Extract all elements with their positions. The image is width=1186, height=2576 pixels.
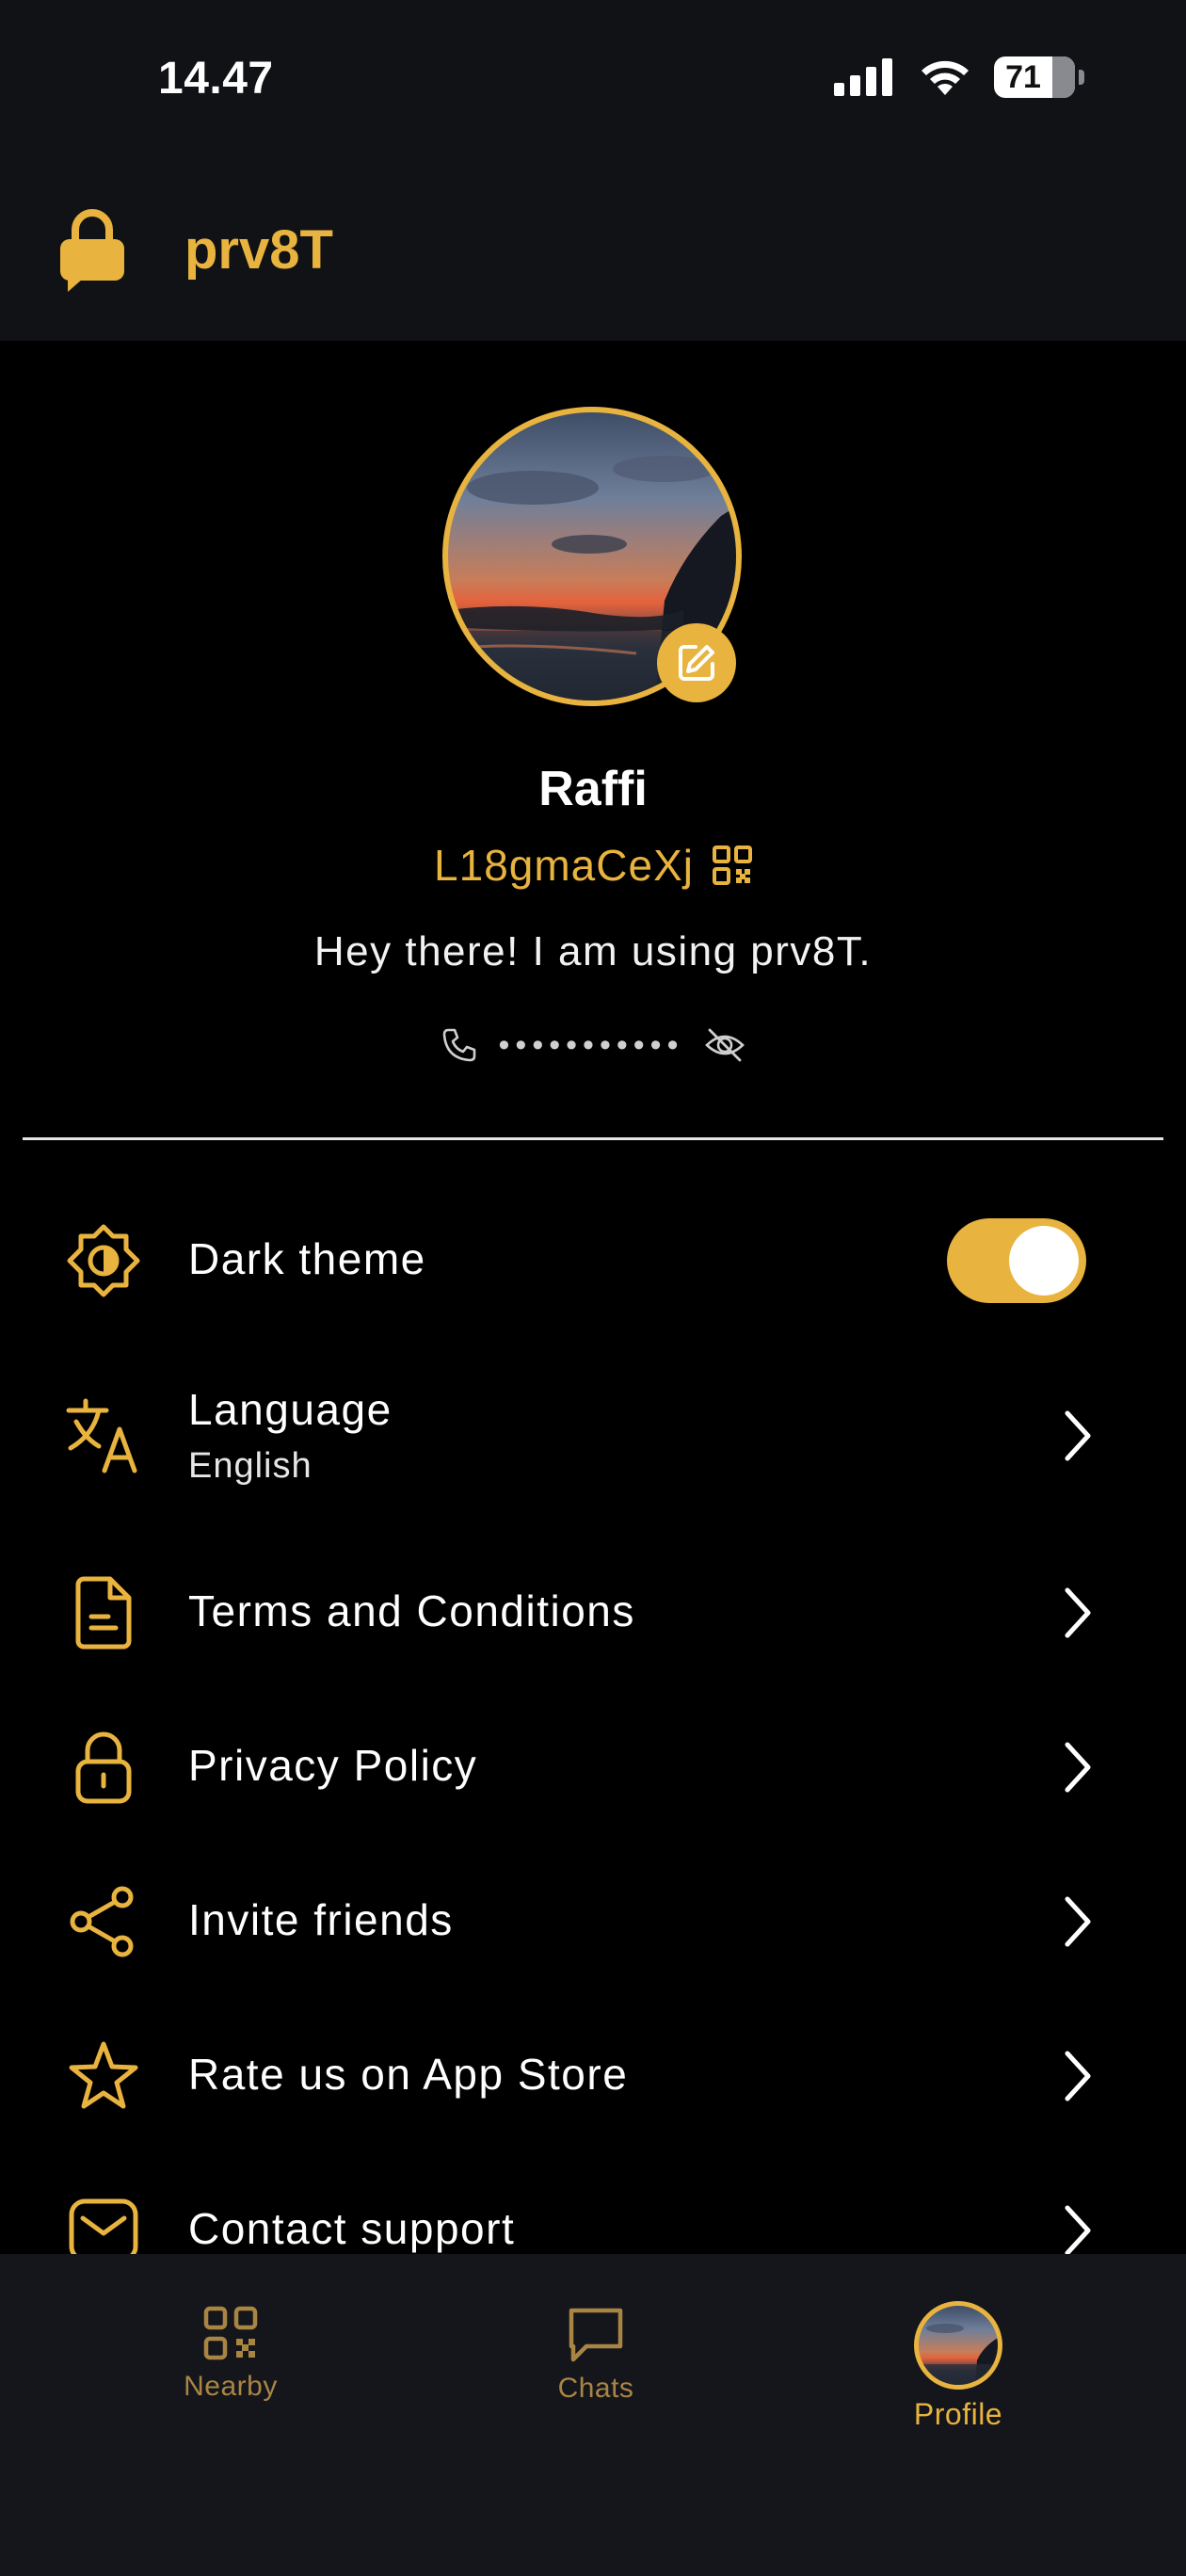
settings-row-language[interactable]: Language English <box>0 1365 1186 1506</box>
app-title: prv8T <box>184 219 333 281</box>
status-bar: 14.47 71 <box>0 0 1186 160</box>
edit-avatar-button[interactable] <box>657 623 736 702</box>
status-icons: 71 <box>834 55 1084 100</box>
terms-label: Terms and Conditions <box>188 1586 635 1635</box>
profile-id[interactable]: L18gmaCeXj <box>434 840 694 891</box>
eye-off-icon[interactable] <box>704 1026 745 1064</box>
battery-level: 71 <box>1005 58 1041 95</box>
settings-row-rate[interactable]: Rate us on App Store <box>0 2005 1186 2147</box>
chevron-right-icon <box>1065 1410 1091 1461</box>
edit-icon <box>679 645 714 681</box>
signal-icon <box>834 58 892 96</box>
settings-row-dark-theme[interactable]: Dark theme <box>0 1190 1186 1331</box>
qr-code-icon <box>203 2306 258 2360</box>
invite-label: Invite friends <box>188 1895 454 1944</box>
document-icon <box>64 1573 143 1652</box>
chevron-right-icon <box>1065 1742 1091 1793</box>
privacy-label: Privacy Policy <box>188 1741 478 1790</box>
star-icon <box>64 2037 143 2116</box>
language-label: Language <box>188 1385 393 1434</box>
avatar <box>914 2301 1002 2390</box>
chevron-right-icon <box>1065 1587 1091 1638</box>
settings-row-terms[interactable]: Terms and Conditions <box>0 1542 1186 1683</box>
profile-id-row[interactable]: L18gmaCeXj <box>0 840 1186 891</box>
divider <box>23 1137 1163 1140</box>
nav-tab-profile[interactable]: Profile <box>845 2301 1071 2432</box>
lock-chat-logo-icon <box>60 209 124 292</box>
app-bar: prv8T <box>0 160 1186 341</box>
wifi-icon <box>922 60 969 95</box>
settings-row-privacy[interactable]: Privacy Policy <box>0 1697 1186 1838</box>
chevron-right-icon <box>1065 2051 1091 2101</box>
phone-icon <box>442 1028 475 1062</box>
phone-number-row: ••••••••••• <box>0 1026 1186 1064</box>
battery-icon: 71 <box>994 56 1075 98</box>
toggle-knob <box>1009 1226 1079 1296</box>
translate-icon <box>64 1396 143 1475</box>
nav-label-nearby: Nearby <box>184 2371 278 2402</box>
dark-theme-label: Dark theme <box>188 1234 426 1283</box>
dark-theme-toggle[interactable] <box>947 1218 1086 1303</box>
profile-status-text: Hey there! I am using prv8T. <box>313 928 873 974</box>
chevron-right-icon <box>1065 1896 1091 1947</box>
support-label: Contact support <box>188 2204 516 2253</box>
nav-label-chats: Chats <box>557 2373 634 2404</box>
rate-label: Rate us on App Store <box>188 2050 629 2099</box>
share-icon <box>64 1882 143 1961</box>
language-value: English <box>188 1446 313 1486</box>
phone-number-masked: ••••••••••• <box>498 1026 684 1063</box>
qr-code-icon[interactable] <box>712 845 752 885</box>
profile-name: Raffi <box>538 762 648 816</box>
chevron-right-icon <box>1065 2205 1091 2256</box>
nav-tab-chats[interactable]: Chats <box>483 2305 709 2405</box>
nav-tab-nearby[interactable]: Nearby <box>118 2305 344 2403</box>
bottom-navigation: Nearby Chats Profile <box>0 2254 1186 2576</box>
chat-bubble-icon <box>569 2308 623 2362</box>
nav-label-profile: Profile <box>913 2397 1003 2431</box>
theme-icon <box>64 1221 143 1300</box>
status-time: 14.47 <box>158 54 274 104</box>
lock-icon <box>64 1728 143 1807</box>
settings-row-invite[interactable]: Invite friends <box>0 1851 1186 1992</box>
